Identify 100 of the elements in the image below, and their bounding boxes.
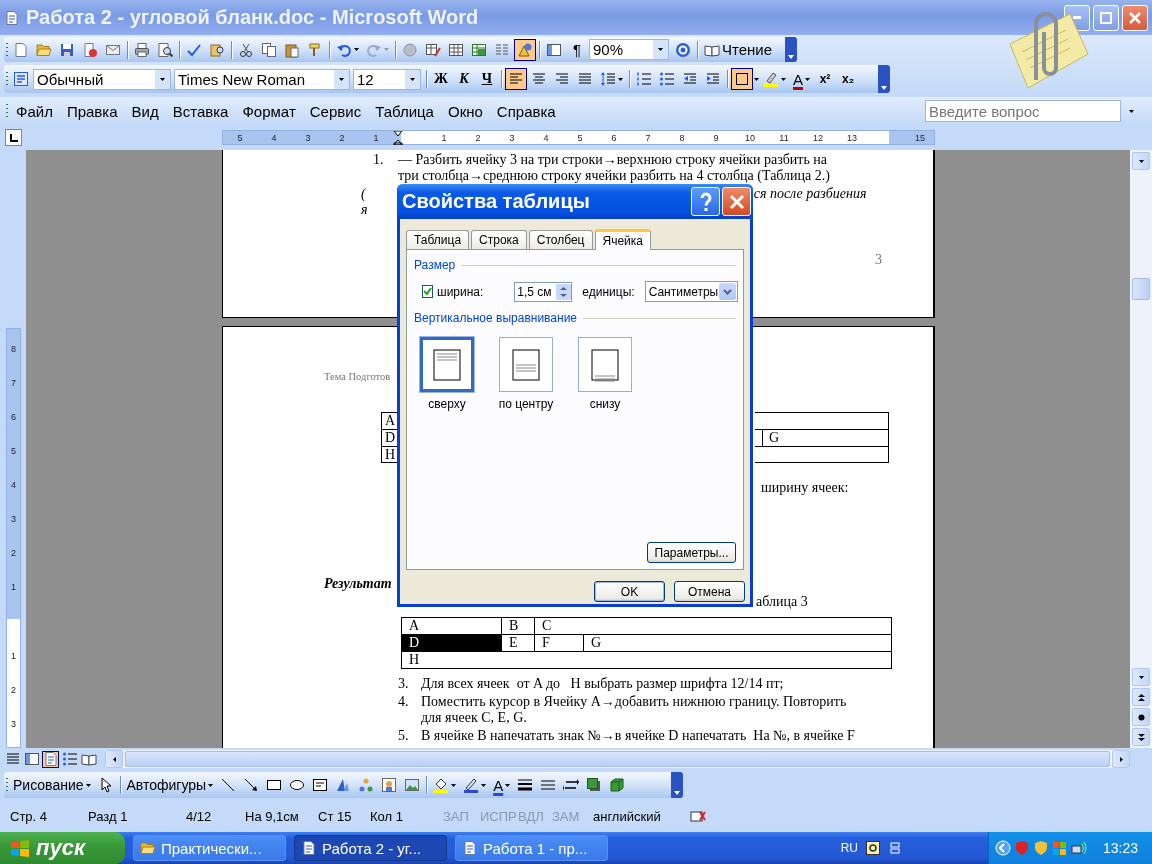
ruler-number: 8	[10, 343, 17, 356]
underline-button[interactable]: Ч	[476, 68, 498, 90]
taskbar-button[interactable]: Практически...	[133, 835, 286, 861]
menu-item[interactable]: Таблица	[368, 99, 441, 123]
font-color-button[interactable]: A	[490, 774, 514, 796]
status-field: 4/12	[186, 808, 245, 824]
text-fragment: ся после разбиения	[753, 186, 867, 202]
ruler-number: 10	[744, 132, 756, 143]
field-label: единицы:	[582, 284, 635, 299]
cancel-button[interactable]: Отмена	[674, 581, 745, 602]
list-item-text: Поместить курсор в Ячейку А→добавить нижнюю границу. Повторить для ячеек C, E, G.	[421, 693, 847, 727]
ruler-number: 3	[10, 513, 17, 526]
list-number: 1.	[373, 152, 385, 168]
text-fragment: я	[361, 202, 368, 218]
language-indicator[interactable]: RU	[840, 841, 858, 855]
status-mode: ЗАП	[443, 808, 470, 824]
ruler-number: 12	[812, 132, 824, 143]
ruler-number: 5	[236, 132, 244, 143]
status-field: Кол 1	[370, 808, 443, 824]
italic-button[interactable]: К	[453, 68, 475, 90]
ok-button[interactable]: OK	[594, 581, 665, 602]
taskbar-button[interactable]: Работа 1 - пр...	[455, 835, 608, 861]
ruler-number: 1	[372, 132, 380, 143]
menu-item[interactable]: Вид	[124, 99, 166, 123]
reading-button[interactable]: Чтение	[701, 38, 776, 61]
menu-item[interactable]: Файл	[9, 99, 60, 123]
units-dropdown[interactable]: Сантиметры	[644, 281, 739, 302]
status-field: Разд 1	[88, 808, 186, 824]
ruler-number: 4	[270, 132, 278, 143]
menu-item[interactable]: Сервис	[302, 99, 369, 123]
show-marks-button[interactable]: ¶	[566, 38, 588, 61]
list-number: 5.	[398, 727, 410, 744]
section-label: Размер	[414, 258, 456, 272]
ruler-number: 2	[10, 684, 17, 697]
page-number: 3	[875, 252, 882, 268]
window-title: Работа 2 - угловой бланк.doc - Microsoft Word	[26, 6, 480, 29]
list-item-text: Для всех ячеек от A до H выбрать размер шрифта 12/14 пт;	[421, 676, 784, 693]
status-mode: ЗАМ	[552, 808, 581, 824]
body-text: ширину ячеек:	[761, 480, 849, 496]
text-fragment: (	[361, 186, 366, 202]
ruler-number: 2	[474, 132, 482, 143]
ruler-number: 5	[10, 445, 17, 458]
style-dropdown[interactable]: Обычный	[33, 68, 171, 90]
options-button[interactable]: Параметры...	[647, 542, 736, 563]
font-size-dropdown[interactable]: 12	[353, 68, 421, 90]
ruler-number: 3	[508, 132, 516, 143]
start-button[interactable]: пуск	[0, 832, 125, 864]
menu-item[interactable]: Справка	[489, 99, 563, 123]
ruler-number: 4	[542, 132, 550, 143]
status-field: Стр. 4	[10, 808, 88, 824]
menu-item[interactable]: Вставка	[165, 99, 236, 123]
subscript-button[interactable]: x₂	[837, 68, 859, 90]
ruler-number: 6	[610, 132, 618, 143]
ruler-number: 2	[338, 132, 346, 143]
ruler-number: 3	[304, 132, 312, 143]
status-field: На 9,1см	[245, 808, 318, 824]
option-label[interactable]: снизу	[589, 397, 621, 411]
superscript-button[interactable]: x²	[814, 68, 836, 90]
font-color-button[interactable]: A	[790, 68, 813, 90]
status-field: Ст 15	[318, 808, 370, 824]
status-language: английский	[593, 808, 662, 824]
ruler-number: 1	[10, 650, 17, 663]
option-label[interactable]: сверху	[428, 397, 466, 411]
autoshapes-menu-button[interactable]: Автофигуры	[123, 774, 217, 796]
ruler-number: 11	[778, 132, 790, 143]
ruler-number: 1	[10, 581, 17, 594]
font-dropdown[interactable]: Times New Roman	[174, 68, 350, 90]
ruler-number: 4	[10, 479, 17, 492]
menu-item[interactable]: Формат	[235, 99, 303, 123]
ruler-number: 6	[10, 411, 17, 424]
menu-item[interactable]: Правка	[59, 99, 125, 123]
table-caption: аблица 3	[756, 594, 808, 610]
list-number: 3.	[398, 676, 410, 693]
bold-button[interactable]: Ж	[430, 68, 452, 90]
list-item-text: В ячейке В напечатать знак №→в ячейке D напечатать На №, в ячейке F	[421, 727, 855, 744]
ruler-number: 5	[576, 132, 584, 143]
tab[interactable]: Таблица	[406, 230, 470, 249]
help-search-field[interactable]: Введите вопрос	[925, 100, 1121, 122]
menu-item[interactable]: Окно	[440, 99, 490, 123]
field-label[interactable]: ширина:	[437, 284, 484, 299]
section-label: Вертикальное выравнивание	[414, 311, 577, 325]
ruler-number: 8	[678, 132, 686, 143]
ruler-number: 3	[10, 718, 17, 731]
taskbar-button[interactable]: Работа 2 - уг...	[294, 835, 447, 861]
tab[interactable]: Ячейка	[594, 229, 651, 250]
ruler-number: 13	[846, 132, 858, 143]
table-cell: D	[402, 635, 502, 651]
status-mode: ВДЛ	[518, 808, 545, 824]
tab[interactable]: Строка	[471, 230, 527, 249]
ruler-number: 1	[440, 132, 448, 143]
tab[interactable]: Столбец	[528, 230, 593, 249]
ruler-number: 7	[10, 377, 17, 390]
result-label: Результат	[324, 576, 392, 592]
ruler-number: 15	[914, 132, 926, 143]
zoom-dropdown[interactable]: 90%	[589, 39, 669, 60]
status-mode: ИСПР	[480, 808, 518, 824]
draw-menu-button[interactable]: Рисование	[10, 774, 94, 796]
ruler-number: 9	[712, 132, 720, 143]
option-label[interactable]: по центру	[498, 397, 554, 411]
dialog-title: Свойства таблицы	[402, 190, 591, 213]
